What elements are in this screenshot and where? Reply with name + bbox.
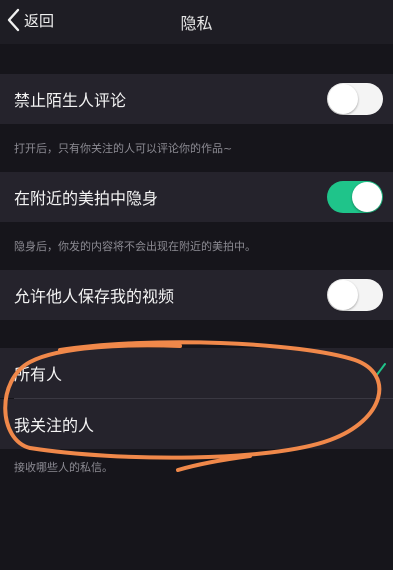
setting-label: 在附近的美拍中隐身 [14, 189, 159, 208]
toggle-knob [328, 84, 358, 114]
message-option-everyone[interactable]: 所有人 [0, 348, 393, 398]
setting-note: 打开后，只有你关注的人可以评论你的作品~ [14, 142, 233, 155]
toggle-knob [328, 280, 358, 310]
message-option-following[interactable]: 我关注的人 [0, 399, 393, 449]
option-label: 我关注的人 [14, 416, 95, 435]
toggle-knob [352, 182, 382, 212]
nav-bar: 返回 隐私 [0, 0, 393, 44]
setting-row-hide-in-nearby: 在附近的美拍中隐身 [0, 172, 393, 222]
page-title: 隐私 [180, 14, 213, 33]
checkmark-icon [370, 363, 386, 377]
setting-note: 隐身后，你发的内容将不会出现在附近的美拍中。 [14, 240, 256, 253]
setting-row-allow-save-video: 允许他人保存我的视频 [0, 270, 393, 320]
allow-save-video-toggle[interactable] [327, 279, 383, 311]
block-stranger-comments-toggle[interactable] [327, 83, 383, 115]
setting-label: 禁止陌生人评论 [14, 91, 127, 110]
hide-in-nearby-toggle[interactable] [327, 181, 383, 213]
message-permission-note: 接收哪些人的私信。 [14, 461, 113, 474]
setting-row-block-stranger-comments: 禁止陌生人评论 [0, 74, 393, 124]
option-label: 所有人 [14, 365, 63, 384]
setting-label: 允许他人保存我的视频 [14, 287, 175, 306]
